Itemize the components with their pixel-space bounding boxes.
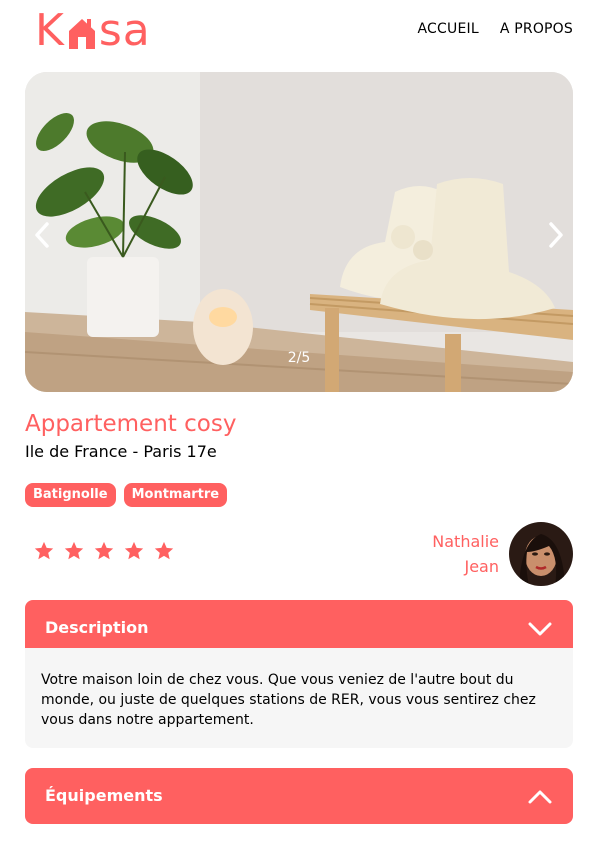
carousel-next-chevron-right-icon[interactable] (545, 220, 567, 250)
tag-montmartre: Montmartre (123, 483, 228, 507)
chevron-up-icon[interactable] (527, 784, 553, 810)
chevron-down-icon[interactable] (527, 616, 553, 642)
tag-list: Batignolle Montmartre (25, 483, 228, 507)
logo-letters-sa: sa (98, 5, 151, 56)
description-content: Votre maison loin de chez vous. Que vous… (25, 648, 573, 748)
main-nav: ACCUEIL A PROPOS (418, 21, 573, 37)
photo-carousel: 2/5 (25, 72, 573, 392)
carousel-photo (25, 72, 573, 392)
star-icon (124, 541, 144, 560)
tag-batignolle: Batignolle (25, 483, 116, 507)
logo-letter-k: K (35, 5, 65, 56)
star-icon (94, 541, 114, 560)
rating-stars (33, 540, 175, 562)
nav-link-accueil[interactable]: ACCUEIL (418, 21, 479, 37)
house-icon (68, 19, 95, 49)
description-label: Description (45, 618, 149, 637)
host-avatar (509, 522, 573, 586)
listing-title: Appartement cosy (25, 411, 237, 437)
listing-location: Ile de France - Paris 17e (25, 442, 217, 461)
host-last-name: Jean (464, 557, 499, 576)
equipements-collapse-header[interactable]: Équipements (25, 768, 573, 824)
star-icon (34, 541, 54, 560)
kasa-logo[interactable]: K sa (35, 6, 151, 56)
header: K sa ACCUEIL A PROPOS (25, 0, 573, 62)
star-icon (154, 541, 174, 560)
equipements-label: Équipements (45, 786, 163, 805)
host-name: Nathalie Jean (432, 529, 499, 579)
carousel-prev-chevron-left-icon[interactable] (31, 220, 53, 250)
nav-link-a-propos[interactable]: A PROPOS (500, 21, 573, 37)
host-first-name: Nathalie (432, 532, 499, 551)
host-info: Nathalie Jean (432, 522, 573, 586)
carousel-counter: 2/5 (287, 350, 311, 366)
star-icon (64, 541, 84, 560)
